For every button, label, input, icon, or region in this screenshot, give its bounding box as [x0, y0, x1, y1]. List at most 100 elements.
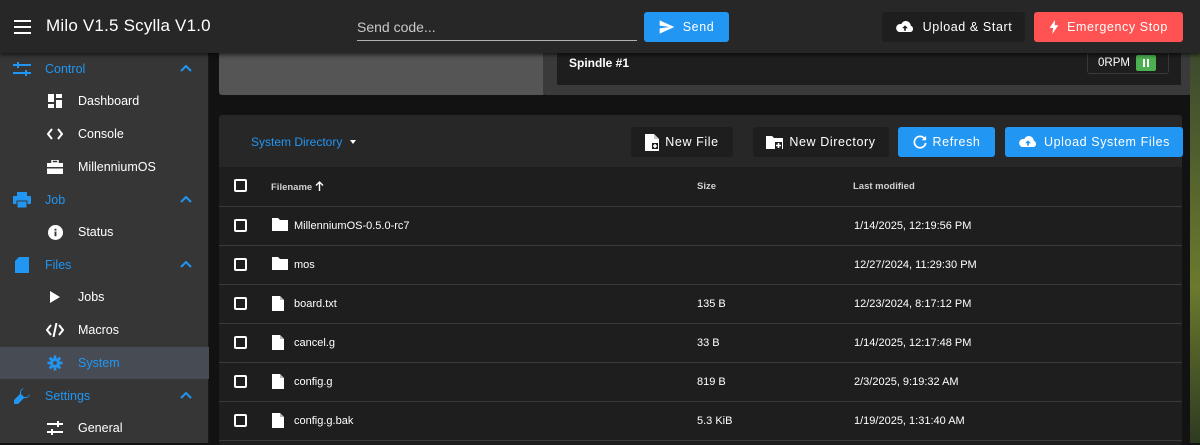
sidebar-item-dashboard[interactable]: Dashboard: [0, 85, 209, 117]
file-list-card: System Directory New File New Directory …: [219, 115, 1183, 445]
sidebar-group-label: Job: [45, 193, 66, 207]
pause-icon[interactable]: [1136, 55, 1156, 71]
chevron-up-icon: [180, 260, 192, 268]
dashboard-icon: [46, 93, 64, 109]
new-directory-button[interactable]: New Directory: [753, 127, 889, 157]
new-file-button[interactable]: New File: [631, 127, 733, 157]
directory-select[interactable]: System Directory: [251, 135, 357, 149]
sidebar-item-millenniumos[interactable]: MillenniumOS: [0, 151, 209, 183]
table-row[interactable]: board.txt 135 B 12/23/2024, 8:17:12 PM: [219, 285, 1182, 324]
row-checkbox[interactable]: [234, 336, 247, 349]
arrow-up-icon: [315, 181, 324, 191]
tune-icon: [46, 420, 64, 436]
menu-icon[interactable]: [10, 15, 34, 39]
emergency-stop-button[interactable]: Emergency Stop: [1034, 12, 1183, 42]
sidebar-item-label: Status: [78, 225, 114, 239]
file-size: 819 B: [697, 376, 726, 388]
upload-system-files-label: Upload System Files: [1043, 135, 1171, 149]
folder-icon: [272, 218, 288, 234]
table-row[interactable]: cancel.g 33 B 1/14/2025, 12:17:48 PM: [219, 324, 1182, 363]
cloud-upload-icon: [895, 21, 913, 32]
row-checkbox[interactable]: [234, 414, 247, 427]
select-all-checkbox[interactable]: [234, 179, 247, 192]
file-size: 135 B: [697, 298, 726, 310]
file-modified: 12/23/2024, 8:17:12 PM: [854, 298, 972, 310]
table-row[interactable]: config.g 819 B 2/3/2025, 9:19:32 AM: [219, 363, 1182, 402]
spindle-rpm-value: 0RPM: [1098, 57, 1130, 69]
gear-icon: [46, 355, 64, 371]
file-modified: 2/3/2025, 9:19:32 AM: [854, 376, 959, 388]
sidebar-item-general[interactable]: General: [0, 412, 209, 444]
chevron-up-icon: [180, 391, 192, 399]
file-name[interactable]: MillenniumOS-0.5.0-rc7: [294, 220, 410, 232]
table-row[interactable]: mos 12/27/2024, 11:29:30 PM: [219, 246, 1182, 285]
table-header: Filename Size Last modified: [219, 167, 1182, 207]
sidebar-group-job[interactable]: Job: [0, 184, 209, 216]
sidebar-item-console[interactable]: Console: [0, 118, 209, 150]
file-size: 5.3 KiB: [697, 415, 733, 427]
column-header-filename[interactable]: Filename: [271, 181, 324, 193]
send-code-input[interactable]: [357, 13, 637, 41]
folder-icon: [272, 257, 288, 273]
column-header-filename-label: Filename: [271, 182, 313, 193]
xml-icon: [46, 322, 64, 338]
row-checkbox[interactable]: [234, 375, 247, 388]
table-row[interactable]: config.g.bak 5.3 KiB 1/19/2025, 1:31:40 AM: [219, 402, 1182, 441]
refresh-label: Refresh: [932, 135, 981, 149]
file-name[interactable]: config.g: [294, 376, 333, 388]
file-toolbar: System Directory New File New Directory …: [219, 115, 1183, 167]
sidebar-group-settings[interactable]: Settings: [0, 380, 209, 412]
table-row[interactable]: MillenniumOS-0.5.0-rc7 1/14/2025, 12:19:5…: [219, 207, 1182, 246]
file-modified: 1/14/2025, 12:19:56 PM: [854, 220, 972, 232]
file-modified: 1/14/2025, 12:17:48 PM: [854, 337, 972, 349]
send-button-label: Send: [682, 20, 715, 34]
sidebar-group-label: Settings: [45, 389, 91, 403]
upload-system-files-button[interactable]: Upload System Files: [1005, 127, 1183, 157]
file-name[interactable]: config.g.bak: [294, 415, 353, 427]
file-modified: 1/19/2025, 1:31:40 AM: [854, 415, 965, 427]
file-icon: [272, 413, 288, 429]
sidebar-item-macros[interactable]: Macros: [0, 314, 209, 346]
sidebar-item-label: Macros: [78, 323, 119, 337]
file-icon: [272, 335, 288, 351]
sidebar-group-control[interactable]: Control: [0, 53, 209, 85]
sidebar-group-label: Control: [45, 62, 86, 76]
sidebar-item-label: MillenniumOS: [78, 160, 156, 174]
spindle-rpm: 0RPM: [1087, 52, 1169, 74]
row-checkbox[interactable]: [234, 219, 247, 232]
app-bar: Milo V1.5 Scylla V1.0 Send Upload & Star…: [0, 0, 1200, 53]
file-name[interactable]: board.txt: [294, 298, 337, 310]
chevron-up-icon: [180, 195, 192, 203]
sidebar-item-system[interactable]: System: [0, 347, 209, 379]
file-name[interactable]: cancel.g: [294, 337, 335, 349]
sidebar-group-files[interactable]: Files: [0, 249, 209, 281]
new-file-label: New File: [665, 135, 719, 149]
column-header-modified[interactable]: Last modified: [853, 181, 915, 192]
column-header-size[interactable]: Size: [697, 181, 716, 192]
upload-start-button[interactable]: Upload & Start: [882, 12, 1025, 42]
sidebar-group-label: Files: [45, 258, 72, 272]
play-icon: [46, 289, 64, 305]
wrench-icon: [13, 388, 31, 404]
sidebar-item-label: General: [78, 421, 123, 435]
info-icon: [46, 224, 64, 240]
send-button[interactable]: Send: [644, 12, 729, 42]
chevron-up-icon: [180, 64, 192, 72]
row-checkbox[interactable]: [234, 297, 247, 310]
lightning-icon: [1049, 20, 1059, 34]
file-size: 33 B: [697, 337, 720, 349]
new-directory-label: New Directory: [789, 135, 876, 149]
sidebar-item-status[interactable]: Status: [0, 216, 209, 248]
code-icon: [46, 126, 64, 142]
row-checkbox[interactable]: [234, 258, 247, 271]
emergency-stop-label: Emergency Stop: [1067, 20, 1168, 34]
window-edge: [1190, 53, 1200, 443]
refresh-button[interactable]: Refresh: [898, 127, 995, 157]
file-name[interactable]: mos: [294, 259, 315, 271]
upload-start-label: Upload & Start: [922, 20, 1013, 34]
caret-down-icon: [350, 140, 357, 144]
sidebar-item-jobs[interactable]: Jobs: [0, 281, 209, 313]
file-icon: [272, 374, 288, 390]
sidebar-item-label: Console: [78, 127, 124, 141]
sidebar: Control Dashboard Console MillenniumOS J…: [0, 53, 209, 443]
